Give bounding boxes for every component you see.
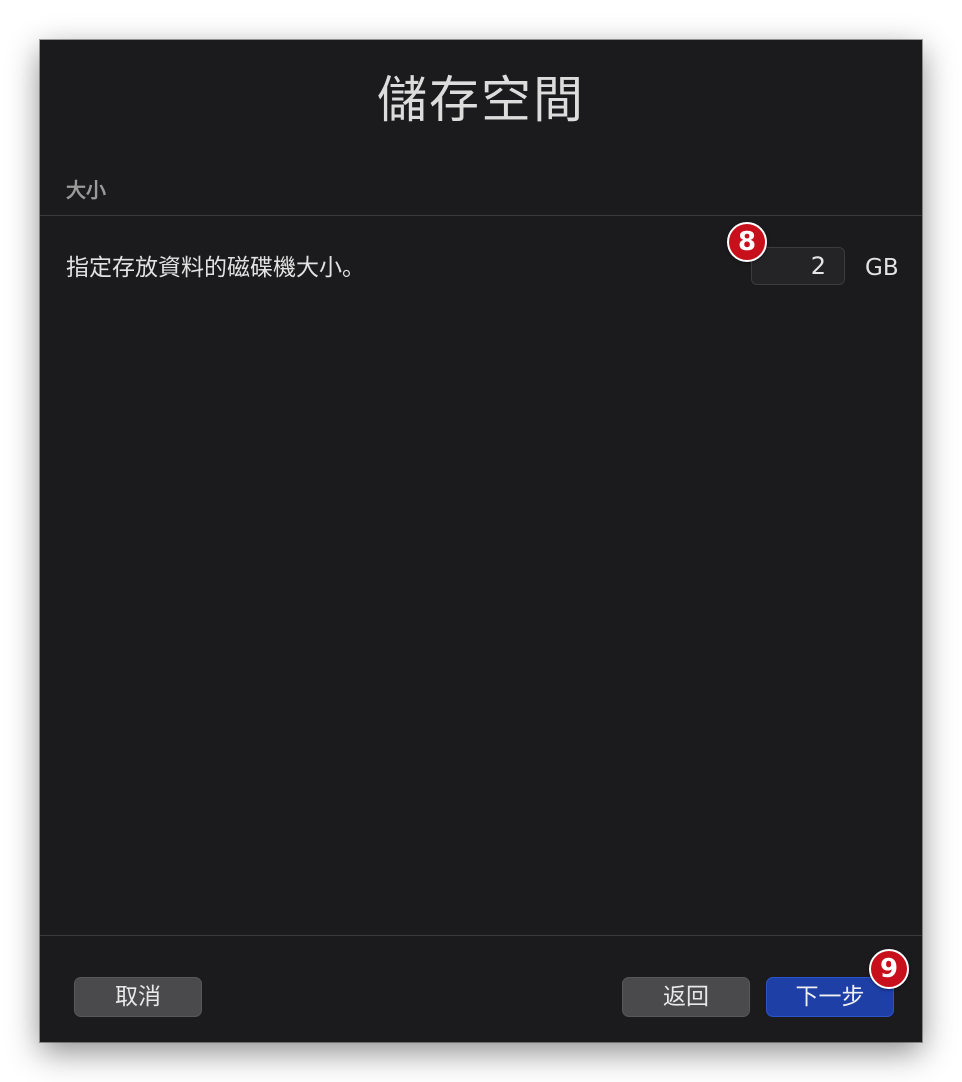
disk-size-input[interactable] xyxy=(751,247,845,285)
step-badge-9: 9 xyxy=(869,949,909,989)
storage-dialog: 儲存空間 大小 指定存放資料的磁碟機大小。 GB 8 取消 返回 下一步 9 xyxy=(40,40,922,1042)
cancel-button[interactable]: 取消 xyxy=(74,977,202,1017)
size-unit-label: GB xyxy=(865,255,899,281)
step-badge-8: 8 xyxy=(727,222,767,262)
dialog-title: 儲存空間 xyxy=(377,71,585,129)
size-description: 指定存放資料的磁碟機大小。 xyxy=(66,255,365,281)
back-button[interactable]: 返回 xyxy=(622,977,750,1017)
section-divider xyxy=(40,215,922,216)
section-label-size: 大小 xyxy=(66,178,106,202)
footer-divider xyxy=(40,935,922,936)
